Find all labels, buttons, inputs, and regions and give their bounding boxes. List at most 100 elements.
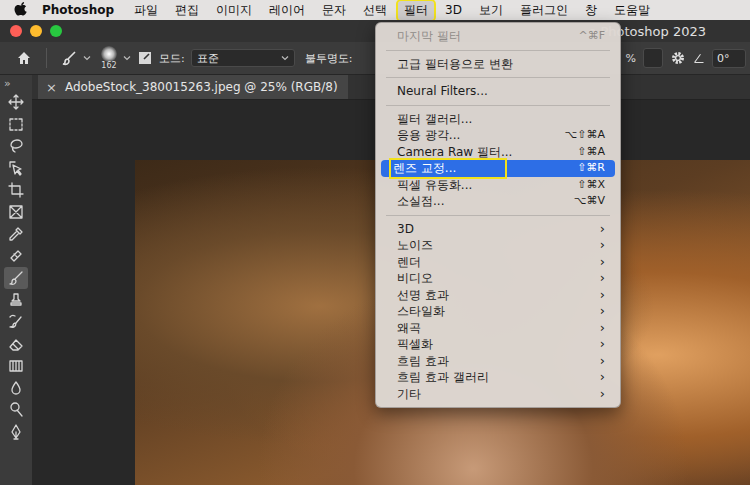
mode-select[interactable]: 표준 <box>191 49 295 67</box>
menu-item[interactable]: 흐림 효과 갤러리› <box>381 369 615 386</box>
document-title: AdobeStock_380015263.jpeg @ 25% (RGB/8) <box>65 80 338 94</box>
menu-item[interactable]: 응용 광각...⌥⇧⌘A <box>381 127 615 144</box>
submenu-arrow-icon: › <box>600 336 605 353</box>
tool-button[interactable] <box>4 91 28 113</box>
menu-item-label: 고급 필터용으로 변환 <box>397 56 513 73</box>
collapse-toggle[interactable]: » <box>0 77 11 91</box>
tool-button[interactable] <box>4 267 28 289</box>
tool-button[interactable] <box>4 245 28 267</box>
menu-item[interactable]: 노이즈› <box>381 237 615 254</box>
menu-item[interactable]: 렌더› <box>381 254 615 271</box>
tool-button[interactable] <box>4 113 28 135</box>
tool-button[interactable] <box>4 377 28 399</box>
menu-item-label: 흐림 효과 <box>397 353 449 370</box>
menu-bar-item[interactable]: 편집 <box>169 1 205 20</box>
caret-down-icon[interactable] <box>123 54 131 62</box>
menu-bar-item[interactable]: 문자 <box>316 1 352 20</box>
menu-shortcut: ⌥⇧⌘A <box>565 127 605 144</box>
submenu-arrow-icon: › <box>600 254 605 271</box>
menu-bar-item[interactable]: 파일 <box>128 1 164 20</box>
brush-icon <box>8 270 24 286</box>
brush-preset-picker[interactable]: 162 <box>101 46 117 70</box>
object-select-icon <box>8 160 24 176</box>
tool-button[interactable] <box>4 421 28 443</box>
minimize-window-icon[interactable] <box>30 25 42 37</box>
tool-button[interactable] <box>4 223 28 245</box>
menu-shortcut: ^⌘F <box>578 28 605 45</box>
menu-item[interactable]: 선명 효과› <box>381 287 615 304</box>
opacity-unit: % <box>626 52 636 65</box>
tool-button[interactable] <box>4 399 28 421</box>
tab-close-button[interactable]: × <box>46 80 57 95</box>
menu-separator <box>386 77 610 78</box>
eraser-icon <box>8 336 24 352</box>
tool-button[interactable] <box>4 355 28 377</box>
menu-item[interactable]: 고급 필터용으로 변환 <box>381 56 615 73</box>
menu-shortcut: ⇧⌘R <box>577 160 605 177</box>
gear-icon[interactable] <box>670 50 686 66</box>
angle-field[interactable]: 0° <box>712 49 746 68</box>
menu-item[interactable]: 기타 › <box>381 386 615 403</box>
menu-item[interactable]: 픽셀 유동화... ⇧⌘X <box>381 177 615 194</box>
submenu-arrow-icon: › <box>600 386 605 403</box>
menu-bar-item[interactable]: 플러그인 <box>514 1 574 20</box>
menu-separator <box>386 105 610 106</box>
menu-item[interactable]: 3D› <box>381 221 615 238</box>
zoom-window-icon[interactable] <box>50 25 62 37</box>
menu-item[interactable]: 비디오› <box>381 270 615 287</box>
home-icon[interactable] <box>16 50 32 66</box>
menu-separator <box>386 50 610 51</box>
menu-bar-item[interactable]: 필터 <box>398 1 434 20</box>
menu-bar-item[interactable]: 도움말 <box>608 1 656 20</box>
apple-logo-icon[interactable] <box>14 2 28 18</box>
menu-bar-item[interactable]: 보기 <box>473 1 509 20</box>
tool-button[interactable] <box>4 179 28 201</box>
menu-item-label: 왜곡 <box>397 320 421 337</box>
menu-item[interactable]: 필터 갤러리... <box>381 111 615 128</box>
brush-tip-icon <box>101 46 117 62</box>
menu-bar-item[interactable]: 창 <box>579 1 603 20</box>
tool-button[interactable] <box>4 311 28 333</box>
menu-item[interactable]: 스타일화› <box>381 303 615 320</box>
menu-bar-item[interactable]: 3D <box>439 2 468 18</box>
tool-button[interactable] <box>4 157 28 179</box>
menu-item[interactable]: 렌즈 교정...⇧⌘R <box>381 160 615 177</box>
caret-down-icon <box>281 54 289 62</box>
submenu-arrow-icon: › <box>600 353 605 370</box>
pressure-opacity-toggle[interactable] <box>643 48 663 68</box>
close-window-icon[interactable] <box>10 25 22 37</box>
blur-icon <box>8 380 24 396</box>
menu-item[interactable]: 마지막 필터^⌘F <box>381 28 615 45</box>
menu-shortcut: ⌥⌘V <box>574 193 605 210</box>
opacity-label: 불투명도: <box>305 51 353 66</box>
menu-item[interactable]: Camera Raw 필터...⇧⌘A <box>381 144 615 161</box>
menu-shortcut: ⇧⌘X <box>577 177 605 194</box>
caret-down-icon[interactable] <box>83 54 91 62</box>
menu-bar-item[interactable]: 선택 <box>357 1 393 20</box>
angle-icon <box>693 52 705 64</box>
document-tab[interactable]: × AdobeStock_380015263.jpeg @ 25% (RGB/8) <box>38 75 348 99</box>
move-icon <box>8 94 24 110</box>
menu-item[interactable]: 흐림 효과 › <box>381 353 615 370</box>
menu-item-label: 필터 갤러리... <box>397 111 472 128</box>
brush-settings-icon[interactable] <box>137 50 153 66</box>
brush-size: 162 <box>101 62 116 70</box>
menu-bar-item[interactable]: 이미지 <box>210 1 258 20</box>
menu-item-label: 기타 <box>397 386 421 403</box>
menu-item[interactable]: 왜곡 › <box>381 320 615 337</box>
menu-item[interactable]: 소실점...⌥⌘V <box>381 193 615 210</box>
brush-tool-icon[interactable] <box>61 50 77 66</box>
menu-item-label: 픽셀 유동화... <box>397 177 472 194</box>
submenu-arrow-icon: › <box>600 320 605 337</box>
menu-separator <box>386 215 610 216</box>
app-menu[interactable]: Photoshop <box>42 3 114 17</box>
tool-button[interactable] <box>4 135 28 157</box>
menu-item[interactable]: Neural Filters... <box>381 83 615 100</box>
menu-item[interactable]: 픽셀화› <box>381 336 615 353</box>
menu-item-label: 흐림 효과 갤러리 <box>397 369 489 386</box>
tool-button[interactable] <box>4 289 28 311</box>
tool-button[interactable] <box>4 333 28 355</box>
menu-bar-item[interactable]: 레이어 <box>263 1 311 20</box>
photoshop-screen: Photoshop파일편집이미지레이어문자선택필터3D보기플러그인창도움말e P… <box>0 0 750 485</box>
tool-button[interactable] <box>4 201 28 223</box>
